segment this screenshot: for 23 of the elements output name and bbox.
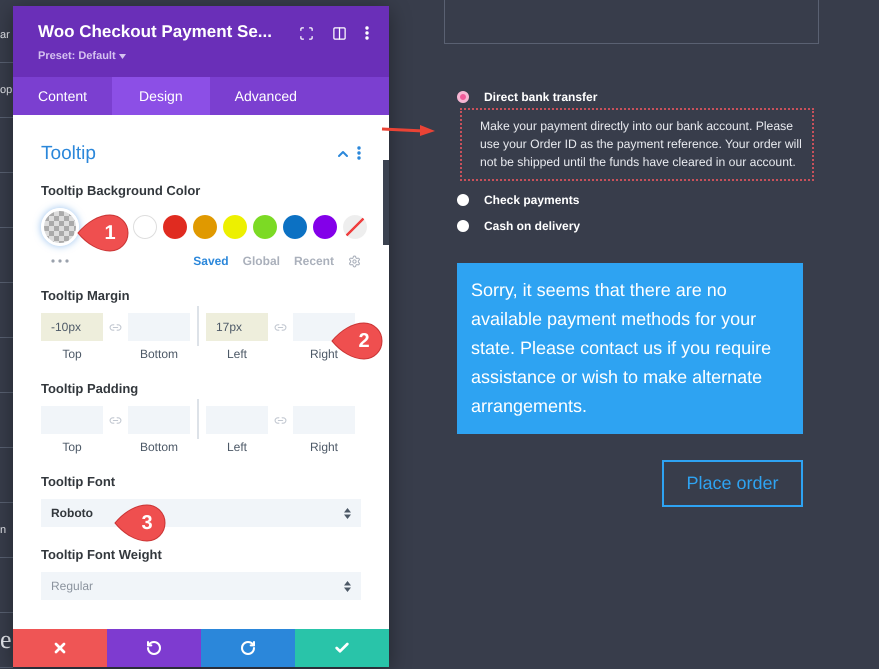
field-label: Top [62,440,82,454]
notice-message: Sorry, it seems that there are no available payment methods for your state. Please contact us if you require assistance or wish to make alternate arrangements. [457,263,803,434]
text-fragment: op [0,84,12,96]
panel-title: Woo Checkout Payment Se... [38,22,272,42]
section-title: Tooltip [41,143,96,165]
payment-description: Make your payment directly into our bank account. Please use your Order ID as the payment reference. Your order will not be shipped until the funds have cleared in our account. [460,108,814,181]
text-fragment: e [0,627,12,653]
text-fragment: ar [0,30,10,40]
field-label: Tooltip Font Weight [41,547,163,562]
field-label: Right [310,440,338,454]
field-label: Left [226,347,247,361]
field-label: Tooltip Padding [41,381,140,396]
callout-tooltip: 1 [77,214,129,252]
field-label: Bottom [140,440,178,454]
field-label: Top [62,347,82,361]
callout-tooltip: 3 [114,504,166,542]
text-fragment: n [0,524,6,536]
field-label: Tooltip Margin [41,288,131,303]
field-label: Bottom [140,347,178,361]
field-label: Right [310,347,338,361]
field-label: Left [226,440,247,454]
field-label: Tooltip Font [41,474,116,489]
field-label: Tooltip Background Color [41,183,202,198]
